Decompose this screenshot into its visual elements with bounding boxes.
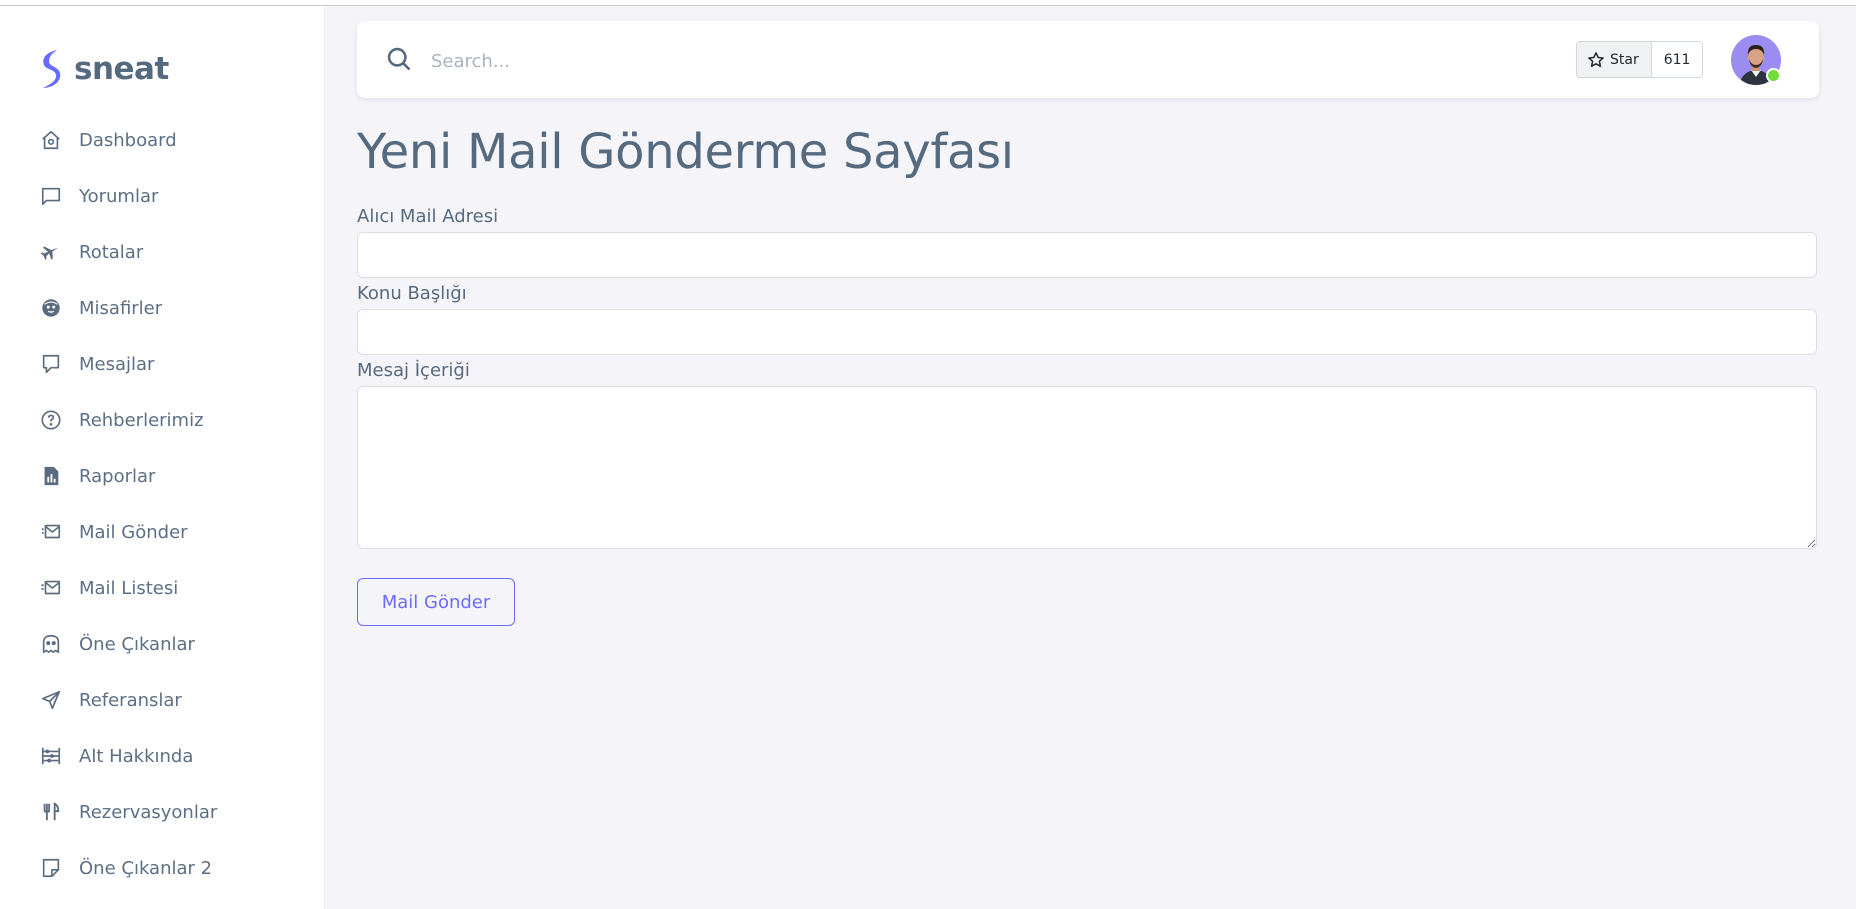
page-title: Yeni Mail Gönderme Sayfası	[357, 124, 1014, 180]
sidebar-item-mail-listesi[interactable]: Mail Listesi	[0, 560, 324, 616]
sidebar-item-label: Öne Çıkanlar 2	[79, 857, 213, 879]
mail-send-icon	[40, 521, 62, 543]
brand-name: sneat	[74, 51, 169, 87]
sidebar-item-label: Rotalar	[79, 241, 144, 263]
home-icon	[40, 129, 62, 151]
sidebar-menu: Dashboard Yorumlar Rotalar Misafirler Me…	[0, 112, 324, 896]
sidebar-item-one-cikanlar[interactable]: Öne Çıkanlar	[0, 616, 324, 672]
chat-icon	[40, 353, 62, 375]
sidebar-item-label: Raporlar	[79, 465, 156, 487]
message-label: Mesaj İçeriği	[357, 360, 470, 381]
sidebar-item-yorumlar[interactable]: Yorumlar	[0, 168, 324, 224]
sidebar-item-mail-gonder[interactable]: Mail Gönder	[0, 504, 324, 560]
sidebar-item-label: Yorumlar	[79, 185, 159, 207]
sidebar-item-misafirler[interactable]: Misafirler	[0, 280, 324, 336]
sidebar: sneat Dashboard Yorumlar Rotalar Misafir…	[0, 6, 325, 909]
abacus-icon	[40, 745, 62, 767]
report-file-icon	[40, 465, 62, 487]
plane-icon	[40, 241, 62, 263]
sidebar-item-label: Mesajlar	[79, 353, 155, 375]
sidebar-item-label: Rezervasyonlar	[79, 801, 218, 823]
sidebar-item-one-cikanlar-2[interactable]: Öne Çıkanlar 2	[0, 840, 324, 896]
message-square-icon	[40, 185, 62, 207]
sidebar-item-rotalar[interactable]: Rotalar	[0, 224, 324, 280]
sidebar-item-rehberlerimiz[interactable]: Rehberlerimiz	[0, 392, 324, 448]
sneat-logo-icon	[38, 49, 64, 89]
sidebar-item-label: Dashboard	[79, 129, 177, 151]
help-circle-icon	[40, 409, 62, 431]
sidebar-item-label: Rehberlerimiz	[79, 409, 204, 431]
subject-label: Konu Başlığı	[357, 283, 467, 304]
sidebar-item-mesajlar[interactable]: Mesajlar	[0, 336, 324, 392]
star-icon	[1588, 51, 1604, 67]
mail-list-icon	[40, 577, 62, 599]
user-avatar[interactable]	[1731, 35, 1781, 85]
message-textarea[interactable]	[357, 386, 1817, 549]
ghost-icon	[40, 633, 62, 655]
face-icon	[40, 297, 62, 319]
sidebar-item-label: Misafirler	[79, 297, 163, 319]
sidebar-item-alt-hakkinda[interactable]: Alt Hakkında	[0, 728, 324, 784]
sidebar-item-dashboard[interactable]: Dashboard	[0, 112, 324, 168]
github-star-label: Star	[1610, 51, 1639, 68]
github-star-button[interactable]: Star	[1577, 42, 1652, 77]
send-mail-button[interactable]: Mail Gönder	[357, 578, 515, 626]
sidebar-item-label: Mail Gönder	[79, 521, 188, 543]
github-star-widget: Star 611	[1576, 41, 1704, 78]
online-status-dot	[1766, 68, 1781, 83]
search-input[interactable]	[429, 41, 1333, 81]
sidebar-item-label: Alt Hakkında	[79, 745, 194, 767]
sidebar-item-raporlar[interactable]: Raporlar	[0, 448, 324, 504]
sidebar-item-label: Referanslar	[79, 689, 182, 711]
sidebar-item-referanslar[interactable]: Referanslar	[0, 672, 324, 728]
brand[interactable]: sneat	[38, 46, 169, 92]
recipient-label: Alıcı Mail Adresi	[357, 206, 499, 227]
top-navbar: Star 611	[357, 21, 1819, 98]
github-star-count[interactable]: 611	[1651, 42, 1703, 77]
note-icon	[40, 857, 62, 879]
search-icon[interactable]	[385, 45, 413, 73]
subject-field[interactable]	[357, 309, 1817, 355]
sidebar-item-label: Mail Listesi	[79, 577, 179, 599]
recipient-email-field[interactable]	[357, 232, 1817, 278]
navigation-icon	[40, 689, 62, 711]
restaurant-icon	[40, 801, 62, 823]
sidebar-item-label: Öne Çıkanlar	[79, 633, 195, 655]
sidebar-item-rezervasyonlar[interactable]: Rezervasyonlar	[0, 784, 324, 840]
